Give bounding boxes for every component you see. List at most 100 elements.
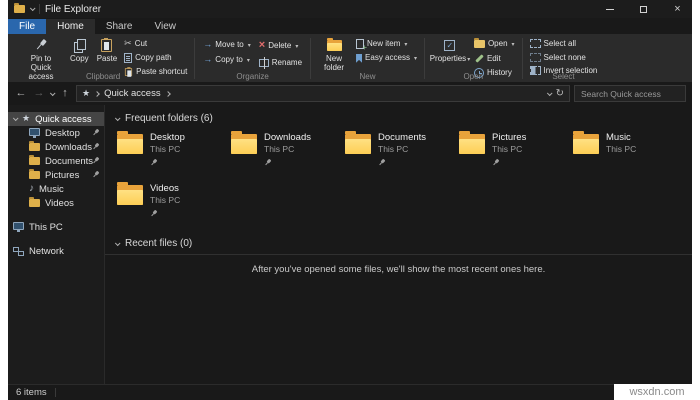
button-label: Paste bbox=[97, 54, 117, 63]
expand-chevron-icon[interactable] bbox=[13, 115, 19, 121]
easy-access-button[interactable]: Easy access bbox=[354, 52, 419, 64]
search-box[interactable] bbox=[574, 85, 686, 102]
status-bar-divider bbox=[55, 388, 56, 397]
copy-to-button[interactable]: Copy to bbox=[200, 53, 253, 66]
back-button[interactable] bbox=[14, 88, 28, 99]
pin-icon bbox=[90, 141, 101, 152]
window-title: File Explorer bbox=[45, 4, 101, 15]
select-all-icon bbox=[530, 39, 541, 48]
properties-button[interactable]: Properties bbox=[430, 36, 470, 66]
select-none-button[interactable]: Select none bbox=[528, 52, 600, 64]
tab-home[interactable]: Home bbox=[46, 19, 95, 34]
folder-tile-documents[interactable]: Documents This PC bbox=[345, 132, 453, 172]
navigation-pane: Quick access Desktop Downloads Documents… bbox=[8, 105, 105, 384]
folder-tile-music[interactable]: Music This PC bbox=[573, 132, 681, 172]
up-button[interactable] bbox=[58, 88, 72, 99]
copy-button[interactable]: Copy bbox=[67, 36, 92, 65]
main-area: Quick access Desktop Downloads Documents… bbox=[8, 105, 692, 384]
recent-locations-chevron-icon[interactable] bbox=[50, 90, 56, 96]
select-all-button[interactable]: Select all bbox=[528, 38, 600, 50]
button-label: Rename bbox=[272, 58, 302, 67]
breadcrumb-item[interactable]: Quick access bbox=[104, 88, 161, 99]
group-label-open: Open bbox=[425, 72, 522, 81]
tile-name: Videos bbox=[150, 183, 180, 194]
close-button[interactable]: × bbox=[663, 0, 692, 18]
button-label: Open bbox=[488, 39, 508, 49]
paste-icon bbox=[101, 39, 112, 52]
sidebar-item-music[interactable]: Music bbox=[8, 182, 104, 196]
delete-button[interactable]: Delete bbox=[256, 38, 305, 53]
section-title: Recent files (0) bbox=[125, 238, 192, 249]
collapse-chevron-icon[interactable] bbox=[115, 240, 121, 246]
cut-button[interactable]: Cut bbox=[122, 38, 189, 50]
tile-name: Music bbox=[606, 132, 636, 143]
button-label: Edit bbox=[487, 54, 501, 64]
tab-view[interactable]: View bbox=[144, 19, 188, 34]
folder-tile-desktop[interactable]: Desktop This PC bbox=[117, 132, 225, 172]
documents-icon bbox=[29, 157, 40, 165]
breadcrumb-chevron-icon[interactable] bbox=[94, 91, 100, 97]
downloads-icon bbox=[29, 143, 40, 151]
sidebar-item-network[interactable]: Network bbox=[8, 244, 104, 258]
folder-icon bbox=[459, 134, 485, 154]
sidebar-item-downloads[interactable]: Downloads bbox=[8, 140, 104, 154]
folder-icon bbox=[117, 185, 143, 205]
tile-location: This PC bbox=[264, 144, 311, 154]
copy-path-icon bbox=[124, 53, 132, 63]
move-to-button[interactable]: Move to bbox=[200, 38, 253, 51]
ribbon-group-new: New folder New item Easy access New bbox=[311, 35, 424, 82]
paste-button[interactable]: Paste bbox=[94, 36, 120, 65]
pin-icon bbox=[90, 169, 101, 180]
sidebar-item-label: This PC bbox=[29, 222, 63, 233]
properties-icon bbox=[444, 40, 455, 51]
button-label: Delete bbox=[268, 41, 291, 50]
collapse-chevron-icon[interactable] bbox=[115, 115, 121, 121]
button-label: Select all bbox=[544, 39, 576, 49]
group-label-select: Select bbox=[523, 72, 605, 81]
group-label-organize: Organize bbox=[195, 72, 310, 81]
folder-tile-videos[interactable]: Videos This PC bbox=[117, 183, 225, 223]
breadcrumb-chevron-icon[interactable] bbox=[165, 91, 171, 97]
address-history-chevron-icon[interactable] bbox=[546, 90, 552, 96]
edit-button[interactable]: Edit bbox=[472, 52, 517, 65]
address-breadcrumb[interactable]: Quick access bbox=[76, 85, 570, 102]
folder-tile-downloads[interactable]: Downloads This PC bbox=[231, 132, 339, 172]
folder-icon bbox=[117, 134, 143, 154]
rename-button[interactable]: Rename bbox=[256, 55, 305, 69]
folder-tile-pictures[interactable]: Pictures This PC bbox=[459, 132, 567, 172]
pin-icon bbox=[148, 157, 159, 168]
maximize-button[interactable] bbox=[629, 0, 658, 18]
copy-path-button[interactable]: Copy path bbox=[122, 52, 189, 64]
sidebar-spacer bbox=[8, 234, 104, 244]
tab-share[interactable]: Share bbox=[95, 19, 144, 34]
ribbon-group-organize: Move to Copy to Delete bbox=[195, 35, 310, 82]
sidebar-item-label: Downloads bbox=[45, 142, 92, 153]
tab-file[interactable]: File bbox=[8, 19, 46, 34]
frequent-folders-header[interactable]: Frequent folders (6) bbox=[105, 108, 692, 127]
sidebar-spacer bbox=[8, 210, 104, 220]
group-label-new: New bbox=[311, 72, 424, 81]
sidebar-item-this-pc[interactable]: This PC bbox=[8, 220, 104, 234]
recent-files-header[interactable]: Recent files (0) bbox=[105, 233, 692, 252]
sidebar-item-quick-access[interactable]: Quick access bbox=[8, 112, 104, 126]
section-title: Frequent folders (6) bbox=[125, 113, 213, 124]
new-folder-button[interactable]: New folder bbox=[316, 36, 352, 74]
new-item-button[interactable]: New item bbox=[354, 38, 419, 50]
search-input[interactable] bbox=[579, 88, 681, 100]
sidebar-item-videos[interactable]: Videos bbox=[8, 196, 104, 210]
sidebar-item-documents[interactable]: Documents bbox=[8, 154, 104, 168]
minimize-button[interactable] bbox=[595, 0, 624, 18]
sidebar-item-label: Music bbox=[39, 184, 64, 195]
sidebar-item-desktop[interactable]: Desktop bbox=[8, 126, 104, 140]
refresh-icon[interactable] bbox=[556, 89, 564, 99]
open-button[interactable]: Open bbox=[472, 38, 517, 50]
tile-name: Downloads bbox=[264, 132, 311, 143]
items-count: 6 items bbox=[16, 387, 47, 398]
forward-button[interactable] bbox=[32, 88, 46, 99]
network-icon bbox=[13, 247, 24, 256]
pictures-icon bbox=[29, 171, 40, 179]
move-to-icon bbox=[203, 40, 212, 49]
sidebar-item-pictures[interactable]: Pictures bbox=[8, 168, 104, 182]
pin-icon bbox=[376, 157, 387, 168]
quick-access-toolbar-chevron-icon[interactable] bbox=[30, 5, 36, 11]
